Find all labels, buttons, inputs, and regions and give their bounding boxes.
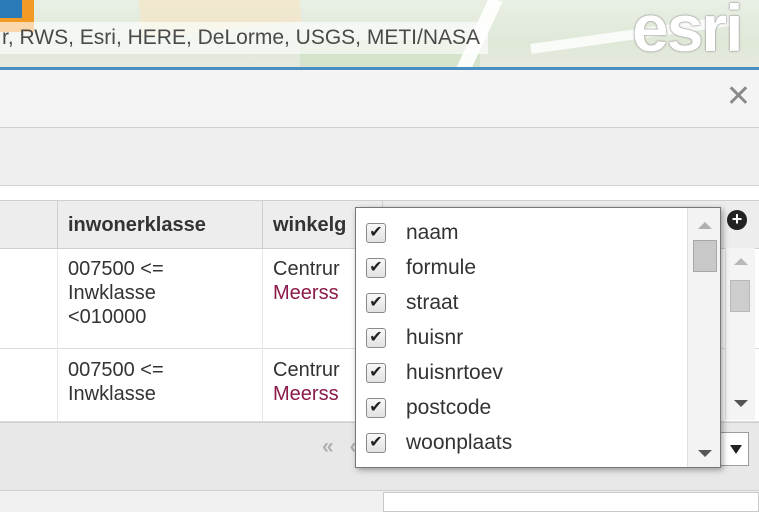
column-option-label: naam [406,221,459,244]
table-scrollbar[interactable] [725,248,755,420]
checkbox-checked-icon[interactable]: ✔ [366,223,386,243]
checkbox-checked-icon[interactable]: ✔ [366,258,386,278]
cell-line: Inwklasse [68,383,156,405]
column-option-label: huisnr [406,326,464,349]
close-icon[interactable]: ✕ [726,82,751,112]
table-cell-inwonerklasse: 007500 <= Inwklasse <010000 [58,249,263,348]
column-option-formule[interactable]: ✔ formule [366,251,686,285]
attribute-panel-header: ✕ [0,70,759,128]
scrollbar-thumb[interactable] [730,280,750,312]
column-chooser-popup: ✔ naam ✔ formule ✔ straat ✔ huisnr ✔ hui… [355,207,721,468]
column-option-huisnrtoev[interactable]: ✔ huisnrtoev [366,356,686,390]
column-option-label: straat [406,291,459,314]
column-option-label: formule [406,256,477,279]
scroll-down-arrow-icon[interactable] [734,400,748,407]
scroll-up-arrow-icon[interactable] [734,258,748,265]
checkbox-checked-icon[interactable]: ✔ [366,433,386,453]
status-field [383,492,759,512]
cell-line: 007500 <= [68,258,164,280]
column-header-stub[interactable] [0,201,58,249]
scrollbar-thumb[interactable] [693,240,717,272]
column-option-huisnr[interactable]: ✔ huisnr [366,321,686,355]
column-option-postcode[interactable]: ✔ postcode [366,391,686,425]
column-option-straat[interactable]: ✔ straat [366,286,686,320]
cell-line: Inwklasse [68,282,156,304]
checkbox-checked-icon[interactable]: ✔ [366,293,386,313]
map-border [0,0,759,70]
first-page-button[interactable]: « [322,435,334,459]
table-cell-inwonerklasse: 007500 <= Inwklasse [58,350,263,421]
add-column-icon[interactable]: + [727,210,747,230]
column-option-label: postcode [406,396,492,419]
scroll-down-arrow-icon[interactable] [698,450,712,457]
checkbox-checked-icon[interactable]: ✔ [366,363,386,383]
column-chooser-scrollbar[interactable] [687,208,720,467]
row-stub-cell [0,249,58,348]
attribute-toolbar [0,128,759,186]
column-option-label: woonplaats [406,431,513,454]
column-header-inwonerklasse[interactable]: inwonerklasse [58,201,263,249]
column-option-woonplaats[interactable]: ✔ woonplaats [366,426,686,460]
checkbox-checked-icon[interactable]: ✔ [366,328,386,348]
cell-line: 007500 <= [68,359,164,381]
column-option-label: huisnrtoev [406,361,503,384]
cell-line: <010000 [68,306,147,328]
checkbox-checked-icon[interactable]: ✔ [366,398,386,418]
scroll-up-arrow-icon[interactable] [698,222,712,229]
column-option-naam[interactable]: ✔ naam [366,216,686,250]
row-stub-cell [0,350,58,421]
dropdown-arrow-icon[interactable] [730,445,742,454]
